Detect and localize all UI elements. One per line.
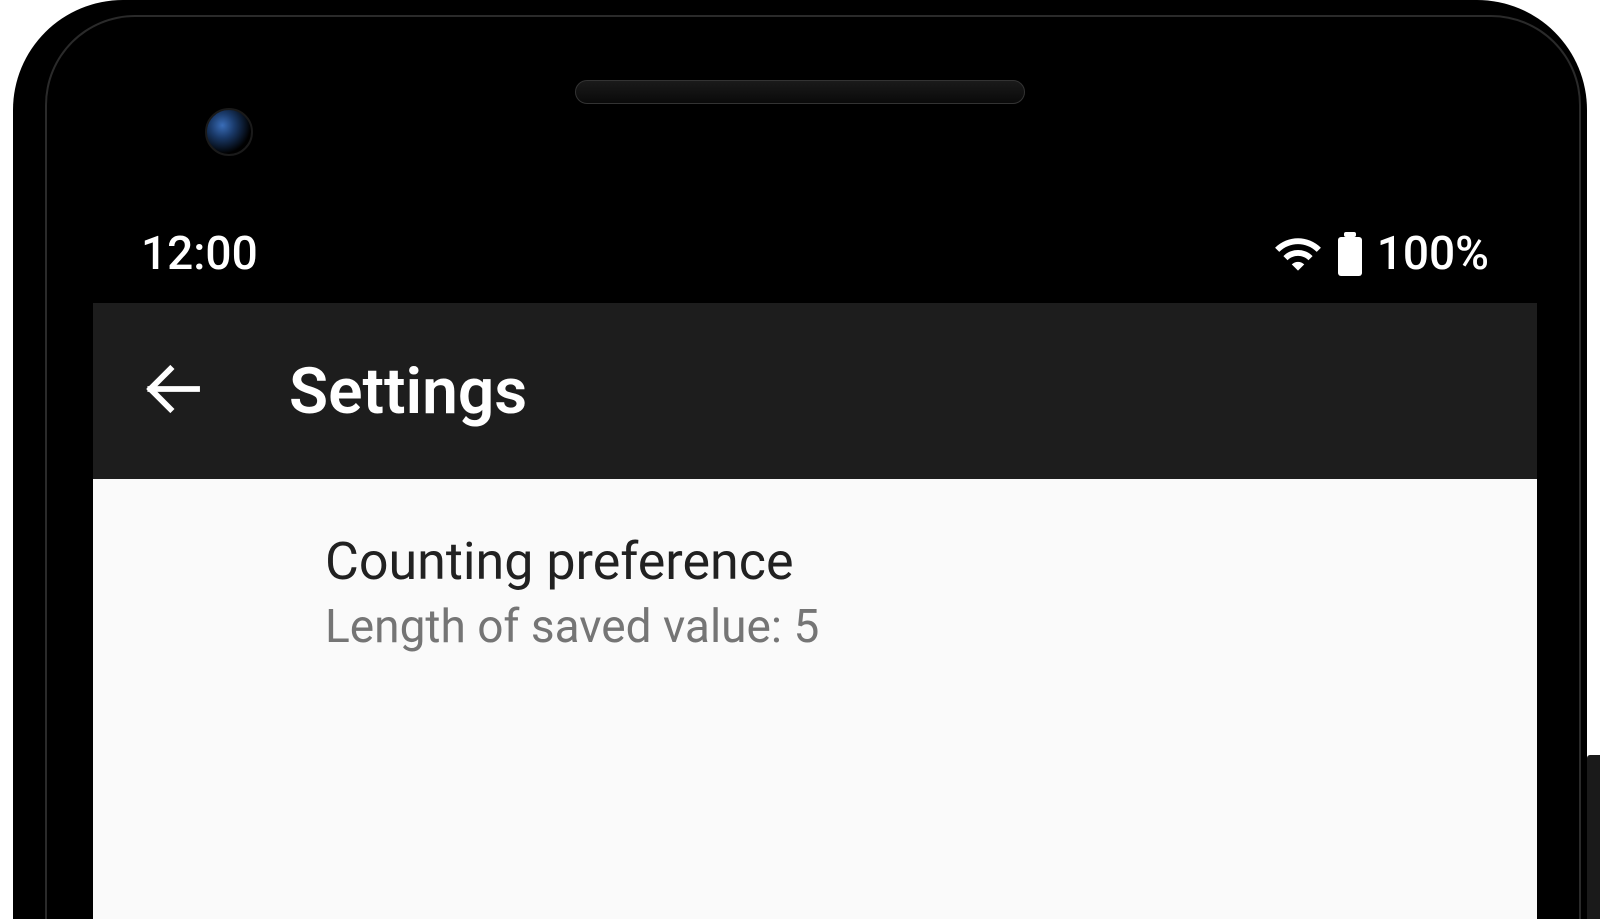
preference-summary: Length of saved value: 5 bbox=[325, 600, 1497, 654]
phone-screen: 12:00 100% bbox=[93, 205, 1537, 919]
preference-counting[interactable]: Counting preference Length of saved valu… bbox=[93, 515, 1537, 670]
preference-title: Counting preference bbox=[325, 531, 1497, 592]
speaker-grille bbox=[575, 80, 1025, 104]
back-button[interactable] bbox=[133, 351, 213, 431]
battery-icon bbox=[1337, 232, 1363, 276]
app-bar: Settings bbox=[93, 303, 1537, 479]
page-title: Settings bbox=[289, 354, 527, 429]
status-bar-left: 12:00 bbox=[141, 227, 258, 281]
arrow-left-icon bbox=[141, 357, 205, 425]
phone-body: 12:00 100% bbox=[13, 0, 1587, 919]
status-bar-right: 100% bbox=[1273, 227, 1489, 281]
wifi-icon bbox=[1273, 229, 1323, 279]
power-button bbox=[1587, 755, 1600, 919]
battery-percent: 100% bbox=[1377, 227, 1489, 281]
front-camera bbox=[205, 108, 253, 156]
device-frame: 12:00 100% bbox=[0, 0, 1600, 919]
content-area: Counting preference Length of saved valu… bbox=[93, 479, 1537, 919]
status-time: 12:00 bbox=[141, 227, 258, 281]
status-bar: 12:00 100% bbox=[93, 205, 1537, 303]
